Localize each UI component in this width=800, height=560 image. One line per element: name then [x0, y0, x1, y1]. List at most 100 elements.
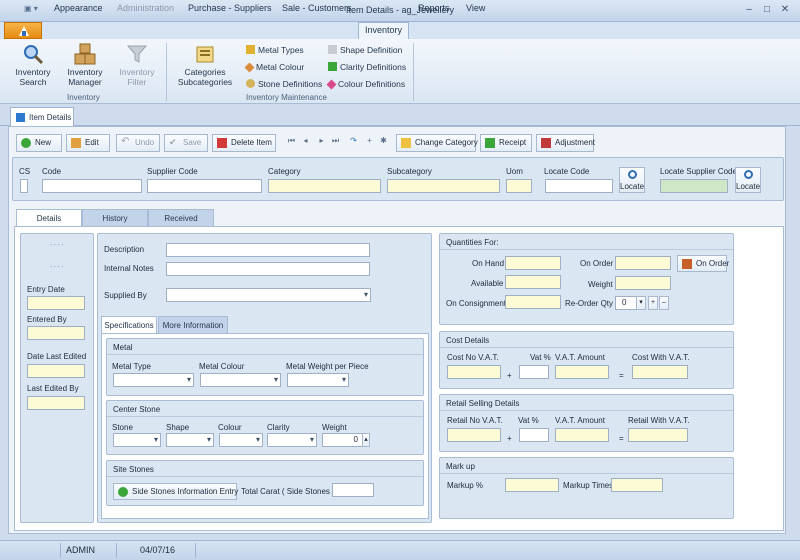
cs-field[interactable] — [20, 179, 28, 193]
menu-inventory[interactable]: Inventory — [358, 22, 410, 39]
metal-types-button[interactable]: Metal Types — [246, 45, 304, 55]
locate-code-field[interactable] — [545, 179, 613, 193]
ribbon-separator — [413, 43, 414, 101]
metal-type-dropdown[interactable] — [113, 373, 194, 387]
tab-specifications[interactable]: Specifications — [101, 316, 157, 333]
entered-by-field — [27, 326, 85, 340]
locate-supplier-code-button[interactable]: Locate — [735, 167, 761, 193]
locate-code-button[interactable]: Locate — [619, 167, 645, 193]
shape-label: Shape — [166, 423, 190, 432]
side-stones-entry-button[interactable]: Side Stones Information Entry — [113, 483, 238, 500]
stone-dropdown[interactable] — [113, 433, 161, 447]
tab-history[interactable]: History — [82, 209, 148, 226]
item-details-icon — [16, 113, 25, 122]
total-carat-label: Total Carat ( Side Stones ) — [241, 487, 335, 496]
menu-reports[interactable]: Reports — [418, 3, 450, 13]
colour-definitions-button[interactable]: Colour Definitions — [326, 79, 405, 90]
next-record-icon[interactable]: ▸ — [316, 136, 327, 150]
post-record-icon[interactable]: ✱ — [378, 136, 389, 150]
tab-details[interactable]: Details — [16, 209, 82, 226]
metal-colour-button[interactable]: Metal Colour — [244, 62, 304, 73]
menu-view[interactable]: View — [466, 3, 485, 13]
reorder-qty-field[interactable]: 0 — [615, 296, 637, 310]
stone-definitions-button[interactable]: Stone Definitions — [246, 79, 322, 89]
new-icon — [21, 138, 31, 148]
tab-received[interactable]: Received — [148, 209, 214, 226]
add-record-icon[interactable]: + — [364, 136, 375, 150]
reorder-decrease-icon[interactable]: – — [659, 296, 669, 310]
undo-icon: ↶ — [121, 136, 130, 147]
refresh-icon[interactable]: ↷ — [348, 136, 359, 150]
locate-code-label: Locate Code — [544, 167, 590, 176]
previous-record-icon[interactable]: ◂ — [300, 136, 311, 150]
description-field[interactable] — [166, 243, 370, 257]
inventory-filter-button[interactable]: Inventory Filter — [114, 43, 160, 87]
ribbon-separator — [166, 43, 167, 101]
cost-no-vat-field[interactable] — [447, 365, 501, 379]
new-button[interactable]: New — [16, 134, 62, 152]
metal-colour-dropdown[interactable] — [200, 373, 281, 387]
supplied-by-dropdown[interactable] — [166, 288, 371, 302]
retail-vat-pct-field[interactable] — [519, 428, 549, 442]
receipt-button[interactable]: Receipt — [480, 134, 532, 152]
cost-with-vat-field[interactable] — [632, 365, 688, 379]
cost-vat-amount-field[interactable] — [555, 365, 609, 379]
equals-sign: = — [619, 434, 624, 443]
group-label-inventory: Inventory — [67, 93, 100, 102]
close-icon[interactable]: ✕ — [778, 3, 792, 17]
metal-weight-label: Metal Weight per Piece — [286, 362, 369, 371]
minimize-icon[interactable]: – — [742, 3, 756, 17]
category-field[interactable] — [268, 179, 381, 193]
inventory-manager-button[interactable]: Inventory Manager — [62, 43, 108, 87]
menu-sale-customers[interactable]: Sale - Customers — [282, 3, 352, 13]
markup-times-field[interactable] — [611, 478, 663, 492]
first-record-icon[interactable]: ⏮ — [286, 136, 297, 150]
save-button[interactable]: ✔ Save — [164, 134, 208, 152]
subcategory-field[interactable] — [387, 179, 500, 193]
diamond-icon — [244, 62, 255, 73]
magnifier-icon — [744, 170, 753, 179]
maximize-icon[interactable]: □ — [760, 3, 774, 17]
reorder-increase-icon[interactable]: + — [648, 296, 658, 310]
tab-more-information[interactable]: More Information — [158, 316, 228, 333]
shape-definition-button[interactable]: Shape Definition — [328, 45, 402, 55]
menu-administration[interactable]: Administration — [117, 3, 174, 13]
locate-supplier-code-field[interactable] — [660, 179, 728, 193]
colour-label: Colour — [218, 423, 242, 432]
on-order-field — [615, 256, 671, 270]
adjustment-button[interactable]: Adjustment — [536, 134, 595, 152]
metal-weight-field[interactable] — [287, 373, 349, 387]
weight-spin-icon[interactable]: ▴ — [362, 433, 370, 447]
reorder-dropdown-icon[interactable]: ▾ — [636, 296, 646, 310]
total-carat-field[interactable] — [332, 483, 374, 497]
uom-field[interactable] — [506, 179, 532, 193]
change-category-button[interactable]: Change Category — [396, 134, 478, 152]
retail-vat-amount-field[interactable] — [555, 428, 609, 442]
on-order-button[interactable]: On Order — [677, 255, 729, 272]
internal-notes-field[interactable] — [166, 262, 370, 276]
clarity-definitions-button[interactable]: Clarity Definitions — [328, 62, 406, 72]
colour-dropdown[interactable] — [219, 433, 263, 447]
supplier-code-label: Supplier Code — [147, 167, 198, 176]
supplier-code-field[interactable] — [147, 179, 262, 193]
categories-subcategories-button[interactable]: Categories Subcategories — [174, 43, 236, 87]
last-record-icon[interactable]: ⏭ — [330, 136, 341, 150]
file-button[interactable] — [4, 22, 42, 39]
shape-dropdown[interactable] — [166, 433, 214, 447]
inventory-search-button[interactable]: Inventory Search — [10, 43, 56, 87]
markup-pct-field[interactable] — [505, 478, 559, 492]
tab-item-details[interactable]: Item Details — [10, 107, 74, 126]
clarity-dropdown[interactable] — [267, 433, 317, 447]
menu-appearance[interactable]: Appearance — [54, 3, 103, 13]
code-field[interactable] — [42, 179, 142, 193]
edit-button[interactable]: Edit — [66, 134, 110, 152]
retail-with-vat-field[interactable] — [628, 428, 688, 442]
funnel-icon — [126, 43, 148, 65]
undo-button[interactable]: ↶ Undo — [116, 134, 160, 152]
cost-vat-pct-field[interactable] — [519, 365, 549, 379]
clarity-icon — [328, 62, 337, 71]
retail-no-vat-field[interactable] — [447, 428, 501, 442]
delete-item-button[interactable]: Delete Item — [212, 134, 276, 152]
menu-purchase-suppliers[interactable]: Purchase - Suppliers — [188, 3, 272, 13]
code-label: Code — [42, 167, 62, 176]
